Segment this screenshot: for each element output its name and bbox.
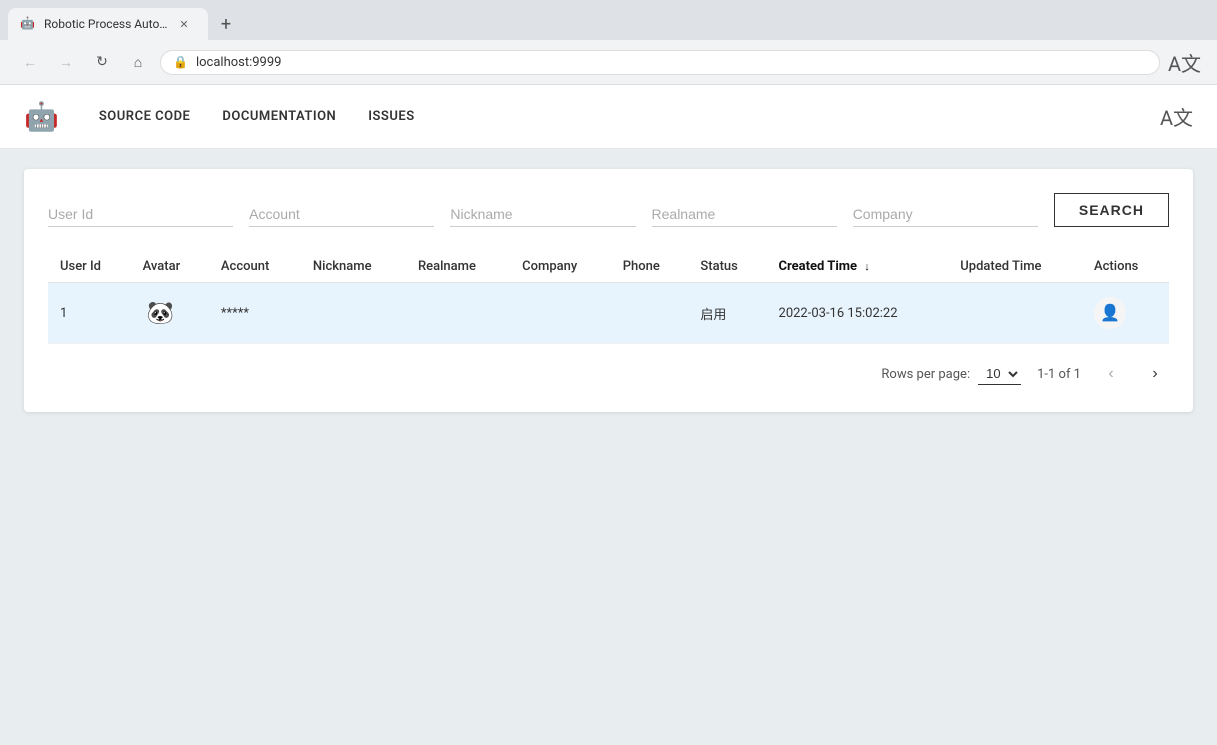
cell-user-id: 1 — [48, 283, 131, 344]
search-form: SEARCH — [48, 193, 1169, 227]
cell-phone — [611, 283, 689, 344]
col-company: Company — [510, 251, 611, 283]
tab-bar: 🤖 Robotic Process Automation T ✕ + — [0, 0, 1217, 40]
app-logo-icon: 🤖 — [24, 100, 59, 133]
back-button[interactable]: ← — [16, 48, 44, 76]
tab-favicon-icon: 🤖 — [20, 16, 36, 32]
reload-button[interactable]: ↻ — [88, 48, 116, 76]
tab-close-button[interactable]: ✕ — [176, 16, 192, 32]
rows-per-page-select[interactable]: 10 25 50 — [978, 363, 1021, 385]
cell-account: ***** — [209, 283, 301, 344]
prev-page-button[interactable]: ‹ — [1097, 360, 1125, 388]
browser-chrome: 🤖 Robotic Process Automation T ✕ + ← → ↻… — [0, 0, 1217, 85]
address-bar: ← → ↻ ⌂ 🔒 localhost:9999 A文 — [0, 40, 1217, 84]
main-content: SEARCH User Id Avatar Account Nickname R… — [0, 149, 1217, 432]
user-id-input[interactable] — [48, 202, 233, 227]
cell-created-time: 2022-03-16 15:02:22 — [767, 283, 949, 344]
col-avatar: Avatar — [131, 251, 209, 283]
nav-link-documentation[interactable]: DOCUMENTATION — [222, 109, 336, 124]
col-phone: Phone — [611, 251, 689, 283]
translate-icon[interactable]: A文 — [1160, 102, 1193, 131]
account-field — [249, 202, 434, 227]
company-field — [853, 202, 1038, 227]
home-button[interactable]: ⌂ — [124, 48, 152, 76]
realname-input[interactable] — [652, 202, 837, 227]
cell-actions: 👤 — [1082, 283, 1169, 344]
col-status: Status — [688, 251, 766, 283]
col-updated-time: Updated Time — [948, 251, 1082, 283]
search-button[interactable]: SEARCH — [1054, 193, 1169, 227]
realname-field — [652, 202, 837, 227]
rows-per-page-label: Rows per page: — [881, 367, 970, 382]
nickname-field — [450, 202, 635, 227]
cell-nickname — [301, 283, 406, 344]
nickname-input[interactable] — [450, 202, 635, 227]
rows-per-page-control: Rows per page: 10 25 50 — [881, 363, 1021, 385]
main-nav: SOURCE CODE DOCUMENTATION ISSUES — [99, 109, 415, 124]
new-tab-button[interactable]: + — [212, 10, 240, 38]
browser-tab-active[interactable]: 🤖 Robotic Process Automation T ✕ — [8, 8, 208, 40]
company-input[interactable] — [853, 202, 1038, 227]
forward-button[interactable]: → — [52, 48, 80, 76]
tab-title: Robotic Process Automation T — [44, 17, 168, 31]
col-realname: Realname — [406, 251, 510, 283]
cell-updated-time — [948, 283, 1082, 344]
sort-arrow-icon: ↓ — [864, 260, 870, 273]
url-text: localhost:9999 — [196, 55, 282, 70]
translate-button[interactable]: A文 — [1168, 48, 1201, 77]
cell-avatar: 🐼 — [131, 283, 209, 344]
table-body: 1 🐼 ***** 启用 2022-03-16 15:02:22 👤 — [48, 283, 1169, 344]
lock-icon: 🔒 — [173, 55, 188, 69]
app-header: 🤖 SOURCE CODE DOCUMENTATION ISSUES A文 — [0, 85, 1217, 149]
account-input[interactable] — [249, 202, 434, 227]
col-account: Account — [209, 251, 301, 283]
table-header: User Id Avatar Account Nickname Realname… — [48, 251, 1169, 283]
user-management-card: SEARCH User Id Avatar Account Nickname R… — [24, 169, 1193, 412]
col-nickname: Nickname — [301, 251, 406, 283]
user-table: User Id Avatar Account Nickname Realname… — [48, 251, 1169, 344]
col-actions: Actions — [1082, 251, 1169, 283]
page-info: 1-1 of 1 — [1037, 367, 1081, 382]
avatar: 🐼 — [143, 295, 179, 331]
cell-status: 启用 — [688, 283, 766, 344]
cell-realname — [406, 283, 510, 344]
col-user-id: User Id — [48, 251, 131, 283]
url-bar[interactable]: 🔒 localhost:9999 — [160, 50, 1160, 75]
nav-link-source-code[interactable]: SOURCE CODE — [99, 109, 191, 124]
cell-company — [510, 283, 611, 344]
action-user-icon: 👤 — [1100, 303, 1120, 323]
action-button[interactable]: 👤 — [1094, 297, 1126, 329]
user-id-field — [48, 202, 233, 227]
col-created-time[interactable]: Created Time ↓ — [767, 251, 949, 283]
nav-link-issues[interactable]: ISSUES — [368, 109, 414, 124]
next-page-button[interactable]: › — [1141, 360, 1169, 388]
pagination: Rows per page: 10 25 50 1-1 of 1 ‹ › — [48, 360, 1169, 388]
table-row: 1 🐼 ***** 启用 2022-03-16 15:02:22 👤 — [48, 283, 1169, 344]
